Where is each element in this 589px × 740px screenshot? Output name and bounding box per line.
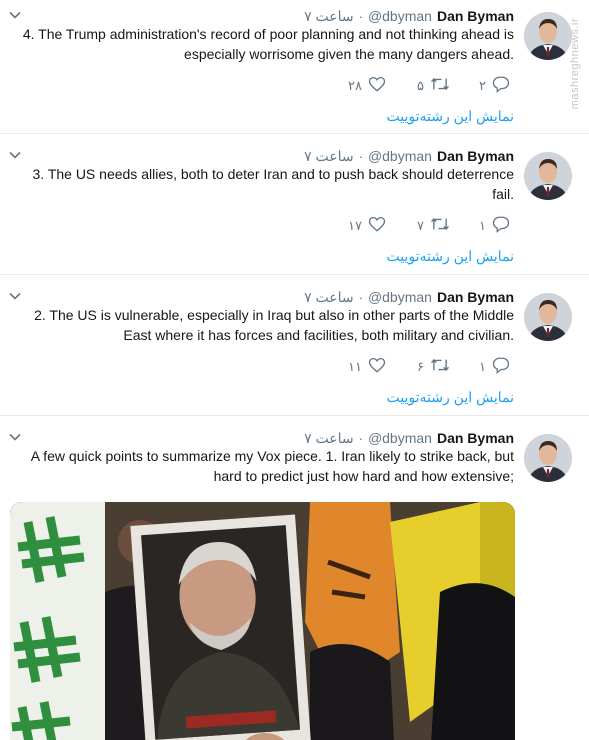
- tweet-text: 4. The Trump administration's record of …: [22, 26, 514, 62]
- like-icon[interactable]: [368, 215, 386, 238]
- retweet-count: ۶: [417, 359, 424, 374]
- tweet-time[interactable]: ۷ ساعت: [304, 430, 354, 447]
- like-action[interactable]: ۱۱: [346, 356, 390, 379]
- reply-action[interactable]: ۲: [470, 75, 514, 98]
- like-action[interactable]: ۱۷: [346, 215, 390, 238]
- tweet-text: 2. The US is vulnerable, especially in I…: [34, 307, 514, 343]
- separator-dot: ·: [358, 289, 363, 305]
- chevron-down-icon[interactable]: [8, 148, 22, 162]
- separator-dot: ·: [358, 430, 363, 446]
- author-handle[interactable]: @dbyman: [368, 8, 432, 24]
- author-handle[interactable]: @dbyman: [368, 430, 432, 446]
- avatar[interactable]: [524, 12, 572, 60]
- separator-dot: ·: [358, 148, 363, 164]
- tweet-time[interactable]: ۷ ساعت: [304, 148, 354, 165]
- reply-icon[interactable]: [492, 215, 510, 238]
- reply-count: ۱: [479, 359, 486, 374]
- tweet-header: ۷ ساعت · @dbyman Dan Byman: [304, 287, 514, 307]
- author-name[interactable]: Dan Byman: [437, 430, 514, 446]
- tweet-actions: ۱۱ ۶ ۱: [346, 357, 514, 377]
- tweet-header: ۷ ساعت · @dbyman Dan Byman: [304, 6, 514, 26]
- show-thread-link[interactable]: نمایش این رشته‌توییت: [387, 389, 514, 406]
- retweet-count: ۵: [417, 78, 424, 93]
- retweet-icon[interactable]: [430, 75, 450, 98]
- author-name[interactable]: Dan Byman: [437, 148, 514, 164]
- reply-count: ۱: [479, 218, 486, 233]
- watermark-text: mashreghnews.ir: [569, 18, 581, 110]
- retweet-count: ۷: [417, 218, 424, 233]
- tweet-header: ۷ ساعت · @dbyman Dan Byman: [304, 428, 514, 448]
- tweet-time[interactable]: ۷ ساعت: [304, 8, 354, 25]
- author-name[interactable]: Dan Byman: [437, 8, 514, 24]
- tweet-actions: ۱۷ ۷ ۱: [346, 216, 514, 236]
- retweet-action[interactable]: ۵: [408, 75, 452, 98]
- author-name[interactable]: Dan Byman: [437, 289, 514, 305]
- reply-action[interactable]: ۱: [470, 356, 514, 379]
- like-count: ۲۸: [348, 78, 362, 93]
- tweet-header: ۷ ساعت · @dbyman Dan Byman: [304, 146, 514, 166]
- like-icon[interactable]: [368, 75, 386, 98]
- retweet-action[interactable]: ۷: [408, 215, 452, 238]
- like-action[interactable]: ۲۸: [346, 75, 390, 98]
- tweet-text: 3. The US needs allies, both to deter Ir…: [32, 166, 515, 202]
- reply-count: ۲: [479, 78, 486, 93]
- tweet-actions: ۲۸ ۵ ۲: [346, 76, 514, 96]
- reply-action[interactable]: ۱: [470, 215, 514, 238]
- tweet-photo[interactable]: [10, 502, 515, 740]
- show-thread-link[interactable]: نمایش این رشته‌توییت: [387, 248, 514, 265]
- retweet-icon[interactable]: [430, 215, 450, 238]
- protest-photo-illustration: [10, 502, 515, 740]
- chevron-down-icon[interactable]: [8, 430, 22, 444]
- avatar[interactable]: [524, 293, 572, 341]
- tweet[interactable]: ۷ ساعت · @dbyman Dan Byman 2. The US is …: [0, 281, 589, 416]
- avatar[interactable]: [524, 152, 572, 200]
- tweet[interactable]: ۷ ساعت · @dbyman Dan Byman 4. The Trump …: [0, 0, 589, 134]
- like-icon[interactable]: [368, 356, 386, 379]
- like-count: ۱۷: [348, 218, 362, 233]
- reply-icon[interactable]: [492, 75, 510, 98]
- reply-icon[interactable]: [492, 356, 510, 379]
- separator-dot: ·: [358, 8, 363, 24]
- tweet[interactable]: ۷ ساعت · @dbyman Dan Byman A few quick p…: [0, 422, 589, 740]
- retweet-action[interactable]: ۶: [408, 356, 452, 379]
- avatar[interactable]: [524, 434, 572, 482]
- show-thread-link[interactable]: نمایش این رشته‌توییت: [387, 108, 514, 125]
- author-handle[interactable]: @dbyman: [368, 148, 432, 164]
- tweet-time[interactable]: ۷ ساعت: [304, 289, 354, 306]
- tweet-text: A few quick points to summarize my Vox p…: [30, 448, 514, 484]
- chevron-down-icon[interactable]: [8, 289, 22, 303]
- author-handle[interactable]: @dbyman: [368, 289, 432, 305]
- like-count: ۱۱: [348, 359, 362, 374]
- retweet-icon[interactable]: [430, 356, 450, 379]
- chevron-down-icon[interactable]: [8, 8, 22, 22]
- tweet[interactable]: ۷ ساعت · @dbyman Dan Byman 3. The US nee…: [0, 140, 589, 275]
